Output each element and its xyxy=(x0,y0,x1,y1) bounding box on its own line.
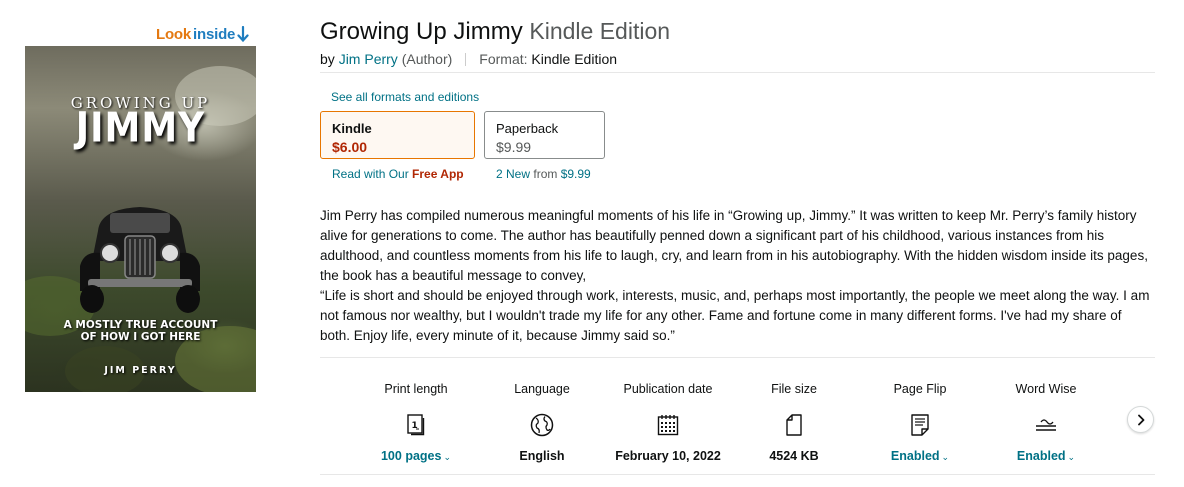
attr-publication-date-value: February 10, 2022 xyxy=(615,449,721,463)
attr-word-wise-value[interactable]: Enabled ⌄ xyxy=(983,447,1109,466)
globe-icon xyxy=(530,413,554,437)
attr-label: Language xyxy=(514,382,570,396)
attr-print-length-value[interactable]: 100 pages ⌄ xyxy=(353,447,479,466)
swatch-kindle-name: Kindle xyxy=(332,121,372,136)
paperback-offers: 2 New from $9.99 xyxy=(496,167,591,181)
attr-label: File size xyxy=(771,382,817,396)
attr-label: Word Wise xyxy=(1015,382,1077,396)
description-paragraph: Jim Perry has compiled numerous meaningf… xyxy=(320,208,1148,283)
offers-from-text: from xyxy=(533,167,558,181)
attr-label: Print length xyxy=(384,382,448,396)
look-inside-look-text: Look xyxy=(156,26,192,43)
cover-author: JIM PERRY xyxy=(104,365,177,376)
product-edition: Kindle Edition xyxy=(529,18,671,44)
cover-subtitle-line1: A MOSTLY TRUE ACCOUNT xyxy=(63,319,218,331)
format-value: Kindle Edition xyxy=(531,51,618,67)
divider xyxy=(320,72,1155,73)
divider xyxy=(320,474,1155,475)
chevron-right-icon xyxy=(1137,414,1144,425)
page-flip-icon xyxy=(911,414,929,436)
look-inside-link[interactable]: Look inside xyxy=(156,26,249,43)
divider xyxy=(320,357,1155,358)
book-description: Jim Perry has compiled numerous meaningf… xyxy=(320,206,1155,346)
product-title-text: Growing Up Jimmy xyxy=(320,18,523,45)
attr-print-length: Print length 1 100 pages ⌄ xyxy=(353,374,479,466)
file-icon xyxy=(786,414,802,436)
chevron-down-icon: ⌄ xyxy=(941,452,950,462)
chevron-down-icon: ⌄ xyxy=(1067,452,1076,462)
attr-file-size: File size 4524 KB xyxy=(731,374,857,465)
attr-label: Publication date xyxy=(623,382,713,396)
format-label: Format: xyxy=(479,51,528,67)
free-app-highlight: Free App xyxy=(412,167,464,181)
swatch-paperback-name: Paperback xyxy=(496,121,559,136)
attr-language: Language English xyxy=(479,374,605,465)
cover-subtitle-line2: OF HOW I GOT HERE xyxy=(80,331,201,343)
attr-file-size-value: 4524 KB xyxy=(769,449,819,463)
new-offers-link[interactable]: 2 New xyxy=(496,167,530,181)
vintage-car-illustration xyxy=(80,207,200,313)
format-swatch-kindle[interactable]: Kindle $6.00 xyxy=(320,111,475,159)
attr-publication-date: Publication date February 10, 2022 xyxy=(605,374,731,465)
attr-page-flip: Page Flip Enabled ⌄ xyxy=(857,374,983,466)
attr-label: Page Flip xyxy=(893,382,947,396)
free-app-prefix: Read with Our xyxy=(332,167,409,181)
attr-language-value: English xyxy=(519,449,565,463)
free-app-link[interactable]: Read with Our Free App xyxy=(332,167,464,181)
product-title: Growing Up Jimmy Kindle Edition xyxy=(320,15,670,48)
carousel-next-button[interactable] xyxy=(1127,406,1154,433)
book-cover-image[interactable]: GROWING UP JIMMY A MOSTLY TRUE ACCOUNT O… xyxy=(25,46,256,392)
attr-page-flip-value[interactable]: Enabled ⌄ xyxy=(857,447,983,466)
arrow-down-icon xyxy=(237,26,249,43)
format-swatch-paperback[interactable]: Paperback $9.99 xyxy=(484,111,605,159)
book-pages-icon: 1 xyxy=(407,414,425,436)
byline-by: by xyxy=(320,51,335,67)
byline: by Jim Perry (Author) Format: Kindle Edi… xyxy=(320,50,617,68)
word-wise-icon xyxy=(1036,419,1056,431)
calendar-icon xyxy=(657,415,679,436)
description-quote: “Life is short and should be enjoyed thr… xyxy=(320,288,1150,343)
chevron-down-icon: ⌄ xyxy=(443,452,451,462)
product-details-carousel: Print length 1 100 pages ⌄ Language Engli… xyxy=(320,374,1150,470)
cover-title-big: JIMMY xyxy=(75,104,206,153)
attr-word-wise: Word Wise Enabled ⌄ xyxy=(983,374,1109,466)
author-role: (Author) xyxy=(401,51,453,67)
cover-subtitle: A MOSTLY TRUE ACCOUNT OF HOW I GOT HERE xyxy=(25,319,256,343)
see-all-formats-link[interactable]: See all formats and editions xyxy=(331,90,479,104)
swatch-kindle-price: $6.00 xyxy=(332,139,368,155)
offers-price-link[interactable]: $9.99 xyxy=(561,167,591,181)
author-link[interactable]: Jim Perry xyxy=(339,50,398,68)
byline-divider xyxy=(465,52,467,66)
look-inside-inside-text: inside xyxy=(193,26,236,43)
swatch-paperback-price: $9.99 xyxy=(496,139,532,155)
